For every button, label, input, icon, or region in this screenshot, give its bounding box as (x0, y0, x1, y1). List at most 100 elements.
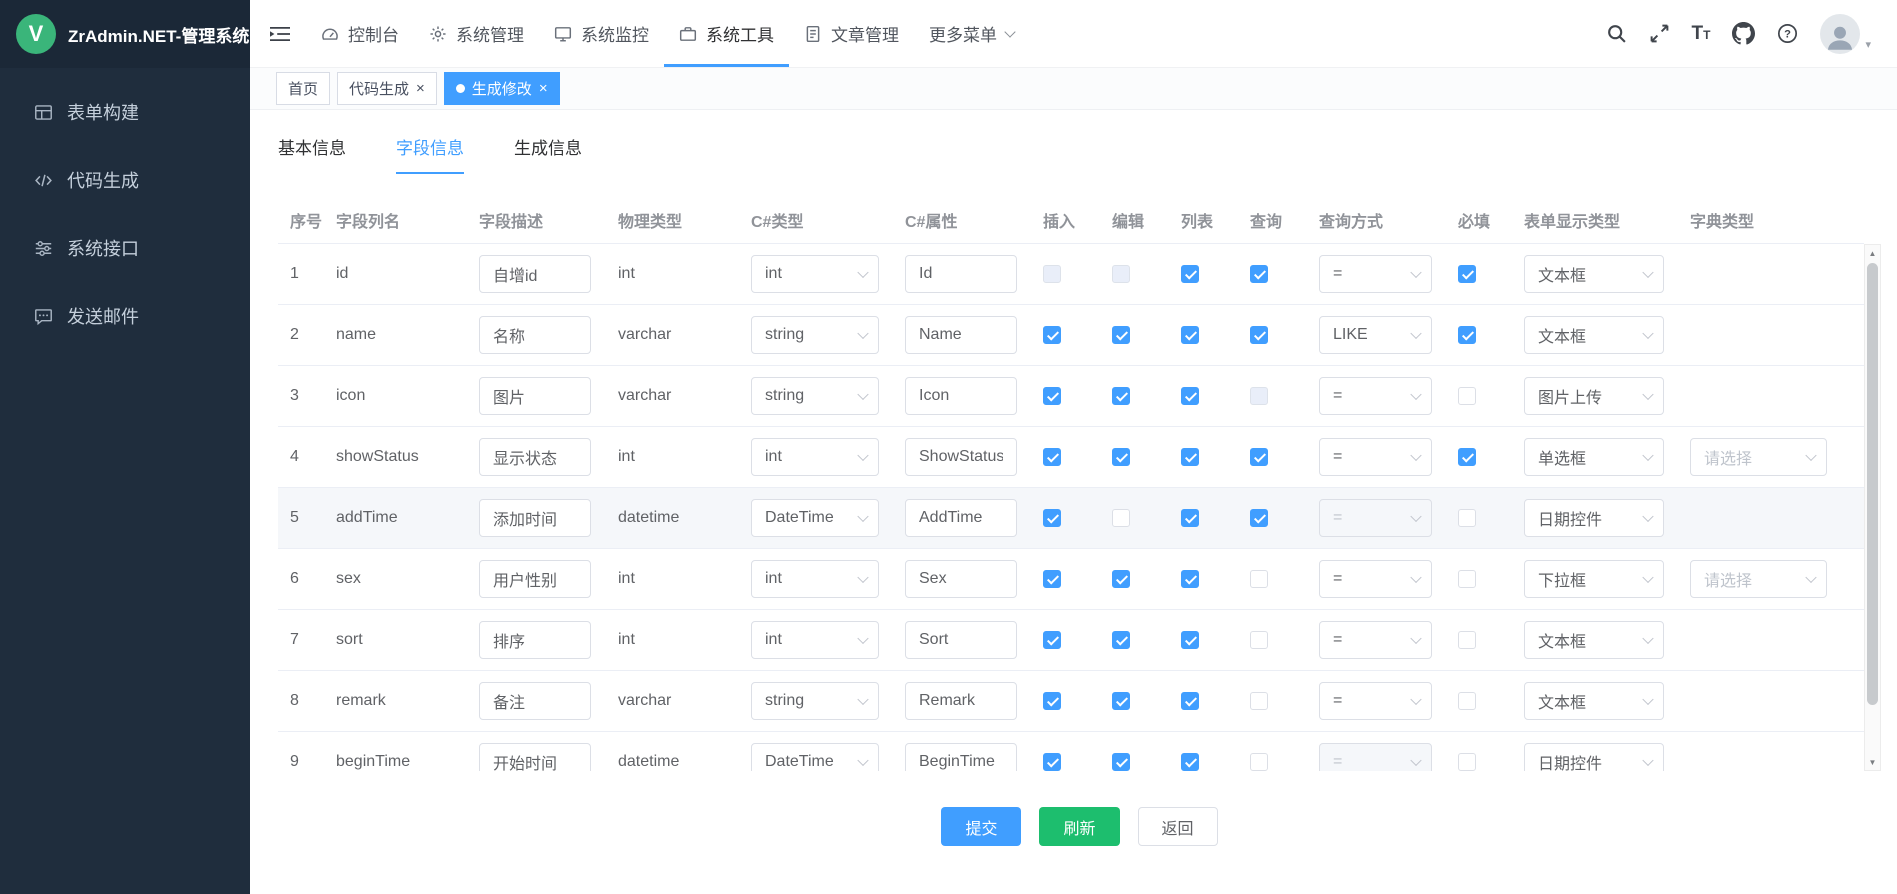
csharp-type-select[interactable]: int (751, 255, 879, 293)
csharp-type-select[interactable]: string (751, 316, 879, 354)
tag-0[interactable]: 首页 (276, 72, 330, 105)
search-icon[interactable] (1606, 23, 1627, 44)
help-icon[interactable]: ? (1777, 23, 1798, 44)
csharp-type-select[interactable]: int (751, 560, 879, 598)
insert-checkbox[interactable] (1043, 753, 1061, 771)
close-icon[interactable]: × (416, 81, 425, 96)
csharp-type-select[interactable]: int (751, 438, 879, 476)
description-input[interactable] (479, 560, 591, 598)
query-checkbox[interactable] (1250, 326, 1268, 344)
edit-checkbox[interactable] (1112, 326, 1130, 344)
refresh-button[interactable]: 刷新 (1039, 807, 1119, 846)
scroll-down-arrow[interactable]: ▼ (1865, 754, 1880, 770)
required-checkbox[interactable] (1458, 387, 1476, 405)
fullscreen-icon[interactable] (1649, 23, 1670, 44)
csharp-property-input[interactable] (905, 743, 1017, 771)
query-checkbox[interactable] (1250, 692, 1268, 710)
display-type-select[interactable]: 图片上传 (1524, 377, 1664, 415)
topnav-item-2[interactable]: 系统监控 (539, 0, 664, 67)
hamburger-icon[interactable] (270, 26, 290, 42)
csharp-type-select[interactable]: DateTime (751, 499, 879, 537)
required-checkbox[interactable] (1458, 448, 1476, 466)
sidebar-item-2[interactable]: 系统接口 (0, 214, 250, 282)
description-input[interactable] (479, 621, 591, 659)
csharp-type-select[interactable]: int (751, 621, 879, 659)
csharp-property-input[interactable] (905, 438, 1017, 476)
query-method-select[interactable]: LIKE (1319, 316, 1432, 354)
topnav-item-1[interactable]: 系统管理 (414, 0, 539, 67)
edit-checkbox[interactable] (1112, 387, 1130, 405)
edit-checkbox[interactable] (1112, 753, 1130, 771)
description-input[interactable] (479, 743, 591, 771)
description-input[interactable] (479, 682, 591, 720)
topnav-item-0[interactable]: 控制台 (306, 0, 414, 67)
list-checkbox[interactable] (1181, 692, 1199, 710)
edit-checkbox[interactable] (1112, 509, 1130, 527)
display-type-select[interactable]: 文本框 (1524, 255, 1664, 293)
display-type-select[interactable]: 下拉框 (1524, 560, 1664, 598)
required-checkbox[interactable] (1458, 631, 1476, 649)
display-type-select[interactable]: 文本框 (1524, 316, 1664, 354)
csharp-type-select[interactable]: string (751, 377, 879, 415)
scrollbar-thumb[interactable] (1867, 263, 1878, 705)
insert-checkbox[interactable] (1043, 509, 1061, 527)
edit-checkbox[interactable] (1112, 692, 1130, 710)
scroll-up-arrow[interactable]: ▲ (1865, 245, 1880, 261)
query-checkbox[interactable] (1250, 448, 1268, 466)
display-type-select[interactable]: 日期控件 (1524, 499, 1664, 537)
required-checkbox[interactable] (1458, 692, 1476, 710)
list-checkbox[interactable] (1181, 265, 1199, 283)
display-type-select[interactable]: 单选框 (1524, 438, 1664, 476)
csharp-property-input[interactable] (905, 499, 1017, 537)
query-checkbox[interactable] (1250, 570, 1268, 588)
description-input[interactable] (479, 316, 591, 354)
sidebar-item-0[interactable]: 表单构建 (0, 78, 250, 146)
content-tab-0[interactable]: 基本信息 (278, 134, 346, 174)
insert-checkbox[interactable] (1043, 692, 1061, 710)
vertical-scrollbar[interactable]: ▲ ▼ (1864, 244, 1881, 771)
github-icon[interactable] (1732, 22, 1755, 45)
list-checkbox[interactable] (1181, 570, 1199, 588)
submit-button[interactable]: 提交 (941, 807, 1021, 846)
required-checkbox[interactable] (1458, 326, 1476, 344)
edit-checkbox[interactable] (1112, 570, 1130, 588)
query-checkbox[interactable] (1250, 753, 1268, 771)
insert-checkbox[interactable] (1043, 631, 1061, 649)
description-input[interactable] (479, 499, 591, 537)
query-method-select[interactable]: = (1319, 255, 1432, 293)
insert-checkbox[interactable] (1043, 387, 1061, 405)
required-checkbox[interactable] (1458, 570, 1476, 588)
user-menu[interactable]: ▾ (1820, 14, 1871, 54)
csharp-property-input[interactable] (905, 255, 1017, 293)
display-type-select[interactable]: 文本框 (1524, 682, 1664, 720)
query-method-select[interactable]: = (1319, 438, 1432, 476)
list-checkbox[interactable] (1181, 509, 1199, 527)
content-tab-2[interactable]: 生成信息 (514, 134, 582, 174)
display-type-select[interactable]: 日期控件 (1524, 743, 1664, 771)
csharp-property-input[interactable] (905, 682, 1017, 720)
required-checkbox[interactable] (1458, 753, 1476, 771)
csharp-type-select[interactable]: string (751, 682, 879, 720)
query-method-select[interactable]: = (1319, 377, 1432, 415)
required-checkbox[interactable] (1458, 265, 1476, 283)
list-checkbox[interactable] (1181, 753, 1199, 771)
description-input[interactable] (479, 255, 591, 293)
query-checkbox[interactable] (1250, 631, 1268, 649)
query-method-select[interactable]: = (1319, 682, 1432, 720)
list-checkbox[interactable] (1181, 326, 1199, 344)
insert-checkbox[interactable] (1043, 326, 1061, 344)
required-checkbox[interactable] (1458, 509, 1476, 527)
list-checkbox[interactable] (1181, 387, 1199, 405)
tag-1[interactable]: 代码生成× (337, 72, 437, 105)
query-method-select[interactable]: = (1319, 621, 1432, 659)
csharp-property-input[interactable] (905, 377, 1017, 415)
content-tab-1[interactable]: 字段信息 (396, 134, 464, 174)
csharp-type-select[interactable]: DateTime (751, 743, 879, 771)
display-type-select[interactable]: 文本框 (1524, 621, 1664, 659)
dict-type-select[interactable]: 请选择 (1690, 560, 1827, 598)
back-button[interactable]: 返回 (1138, 807, 1218, 846)
csharp-property-input[interactable] (905, 560, 1017, 598)
dict-type-select[interactable]: 请选择 (1690, 438, 1827, 476)
description-input[interactable] (479, 377, 591, 415)
topnav-item-5[interactable]: 更多菜单 (914, 0, 1029, 67)
